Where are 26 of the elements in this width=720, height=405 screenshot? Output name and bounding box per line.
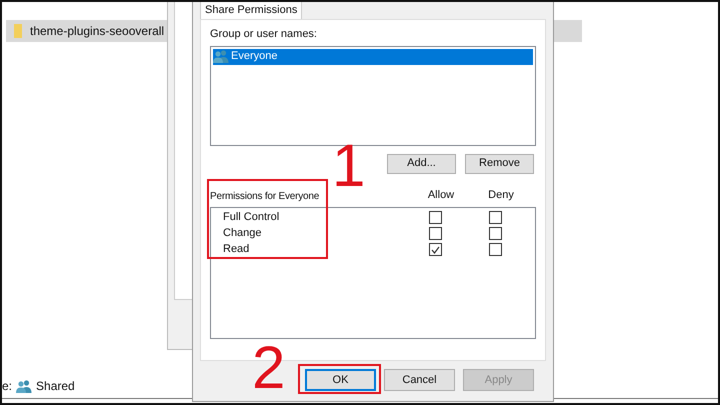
add-button[interactable]: Add... bbox=[387, 154, 456, 174]
permission-name: Read bbox=[222, 242, 250, 258]
checkbox[interactable] bbox=[428, 211, 442, 224]
cancel-button[interactable]: Cancel bbox=[384, 369, 455, 391]
status-text: Shared bbox=[36, 378, 75, 395]
status-label: e: bbox=[2, 378, 12, 395]
ok-button[interactable]: OK bbox=[305, 369, 376, 391]
tab[interactable]: Share Permissions bbox=[200, 2, 302, 19]
permission-name: Full Control bbox=[222, 210, 280, 226]
checkbox[interactable] bbox=[488, 243, 502, 256]
folder-icon bbox=[14, 24, 22, 38]
column-header: Allow bbox=[426, 188, 456, 203]
permissions-label: Permissions for Everyone bbox=[210, 190, 320, 204]
user-item[interactable]: Everyone bbox=[213, 48, 533, 64]
checkbox[interactable] bbox=[428, 243, 442, 256]
permission-name: Change bbox=[222, 226, 263, 242]
users-icon bbox=[16, 380, 32, 392]
group-label: Group or user names: bbox=[210, 27, 318, 42]
remove-button[interactable]: Remove bbox=[465, 154, 534, 174]
users-icon bbox=[213, 50, 229, 63]
checkbox[interactable] bbox=[428, 227, 442, 240]
checkbox[interactable] bbox=[488, 227, 502, 240]
checkbox[interactable] bbox=[488, 211, 502, 224]
step-number: 2 bbox=[252, 338, 286, 398]
step-number: 1 bbox=[332, 136, 366, 196]
column-header: Deny bbox=[487, 188, 515, 203]
